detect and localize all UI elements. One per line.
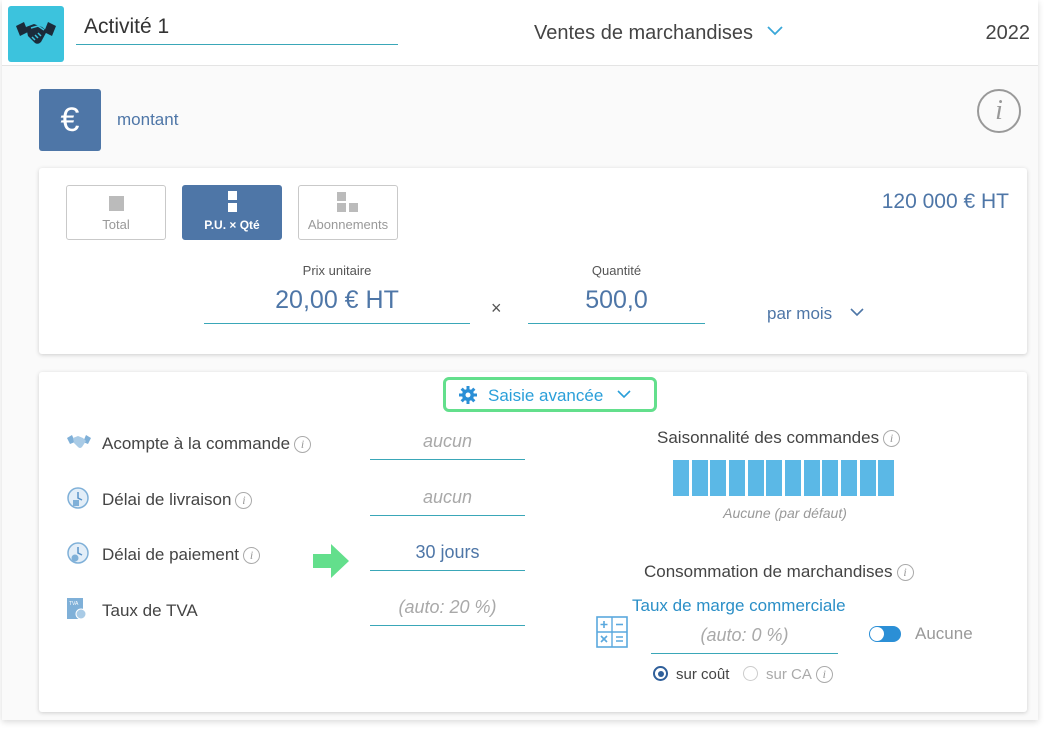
chevron-down-icon bbox=[617, 390, 631, 399]
margin-rate-input[interactable]: (auto: 0 %) bbox=[651, 620, 838, 654]
info-icon[interactable]: i bbox=[243, 547, 261, 564]
delivery-delay-label: Délai de livraison i bbox=[102, 490, 253, 510]
handshake-icon bbox=[8, 6, 64, 62]
year-label: 2022 bbox=[985, 22, 1031, 44]
handshake-icon bbox=[67, 435, 91, 448]
seasonality-bar[interactable] bbox=[878, 460, 895, 496]
info-icon[interactable]: i bbox=[235, 492, 253, 509]
mode-unit-price-button[interactable]: P.U. × Qté bbox=[182, 185, 282, 240]
total-amount: 120 000 € HT bbox=[881, 190, 1009, 213]
period-select[interactable]: par mois bbox=[767, 304, 832, 324]
activity-name-text: Activité 1 bbox=[84, 15, 170, 38]
payment-clock-icon bbox=[67, 542, 89, 564]
quantity-input[interactable]: 500,0 bbox=[528, 286, 705, 324]
seasonality-bar[interactable] bbox=[859, 460, 876, 496]
quantity-label: Quantité bbox=[591, 263, 642, 278]
radio-on-revenue[interactable] bbox=[743, 666, 758, 681]
activity-name-input[interactable]: Activité 1 bbox=[76, 10, 398, 45]
advanced-toggle-button[interactable]: Saisie avancée bbox=[443, 377, 657, 412]
consumption-title: Consommation de marchandises i bbox=[644, 562, 914, 582]
unit-price-mode-icon bbox=[228, 191, 237, 200]
radio-on-revenue-label[interactable]: sur CA i bbox=[766, 666, 833, 683]
info-icon[interactable]: i bbox=[883, 430, 901, 447]
seasonality-bar[interactable] bbox=[673, 460, 690, 496]
payment-delay-input[interactable]: 30 jours bbox=[370, 537, 525, 571]
deposit-input[interactable]: aucun bbox=[370, 426, 525, 460]
unit-price-input[interactable]: 20,00 € HT bbox=[204, 286, 470, 324]
unit-price-label: Prix unitaire bbox=[302, 263, 372, 278]
seasonality-title: Saisonnalité des commandes i bbox=[657, 428, 901, 448]
mode-total-label: Total bbox=[102, 217, 130, 232]
pricing-card: Total P.U. × Qté Abonnements 120 000 € H… bbox=[39, 168, 1027, 354]
margin-rate-label: Taux de marge commerciale bbox=[632, 596, 846, 615]
category-select[interactable]: Ventes de marchandises bbox=[534, 22, 753, 45]
page: Activité 1 Ventes de marchandises 2022 €… bbox=[0, 0, 1050, 736]
vat-rate-label: Taux de TVA bbox=[102, 601, 198, 620]
calculator-icon bbox=[596, 616, 628, 648]
margin-toggle-label: Aucune bbox=[915, 624, 973, 643]
deposit-label: Acompte à la commande i bbox=[102, 434, 312, 454]
radio-on-cost-label[interactable]: sur coût bbox=[676, 666, 729, 683]
seasonality-bar[interactable] bbox=[785, 460, 802, 496]
mode-total-button[interactable]: Total bbox=[66, 185, 166, 240]
header: Activité 1 Ventes de marchandises 2022 bbox=[2, 0, 1038, 66]
seasonality-bar[interactable] bbox=[841, 460, 858, 496]
seasonality-bar[interactable] bbox=[710, 460, 727, 496]
mode-unit-price-label: P.U. × Qté bbox=[204, 218, 260, 232]
info-icon[interactable]: i bbox=[815, 666, 833, 683]
chevron-down-icon[interactable] bbox=[849, 307, 865, 318]
margin-toggle[interactable] bbox=[869, 626, 901, 642]
payment-delay-label: Délai de paiement i bbox=[102, 545, 261, 565]
info-icon[interactable]: i bbox=[977, 89, 1021, 133]
seasonality-bar[interactable] bbox=[729, 460, 746, 496]
seasonality-bar[interactable] bbox=[822, 460, 839, 496]
gear-icon bbox=[459, 386, 477, 404]
advanced-toggle-label: Saisie avancée bbox=[488, 386, 604, 405]
delivery-delay-input[interactable]: aucun bbox=[370, 482, 525, 516]
svg-text:TVA: TVA bbox=[69, 601, 79, 607]
toggle-knob bbox=[870, 627, 884, 641]
info-icon[interactable]: i bbox=[294, 436, 312, 453]
seasonality-bars[interactable] bbox=[673, 460, 897, 496]
seasonality-caption: Aucune (par défaut) bbox=[723, 505, 847, 521]
vat-rate-input[interactable]: (auto: 20 %) bbox=[370, 592, 525, 626]
mode-subscription-label: Abonnements bbox=[307, 217, 389, 232]
arrow-right-icon bbox=[313, 544, 349, 578]
seasonality-bar[interactable] bbox=[803, 460, 820, 496]
multiply-sign: × bbox=[491, 298, 502, 318]
montant-label: montant bbox=[117, 110, 179, 129]
seasonality-bar[interactable] bbox=[747, 460, 764, 496]
subscription-mode-icon bbox=[337, 192, 346, 201]
total-mode-icon bbox=[109, 196, 124, 211]
seasonality-bar[interactable] bbox=[691, 460, 708, 496]
seasonality-bar[interactable] bbox=[766, 460, 783, 496]
app-window: Activité 1 Ventes de marchandises 2022 €… bbox=[2, 0, 1038, 720]
advanced-card: Saisie avancée Acompte à la commande i au… bbox=[39, 372, 1027, 712]
vat-document-icon: TVA bbox=[67, 598, 87, 620]
delivery-clock-icon bbox=[67, 487, 89, 509]
mode-subscription-button[interactable]: Abonnements bbox=[298, 185, 398, 240]
info-icon[interactable]: i bbox=[896, 564, 914, 581]
chevron-down-icon[interactable] bbox=[766, 25, 784, 37]
euro-icon: € bbox=[39, 89, 101, 151]
radio-on-cost[interactable] bbox=[653, 666, 668, 681]
